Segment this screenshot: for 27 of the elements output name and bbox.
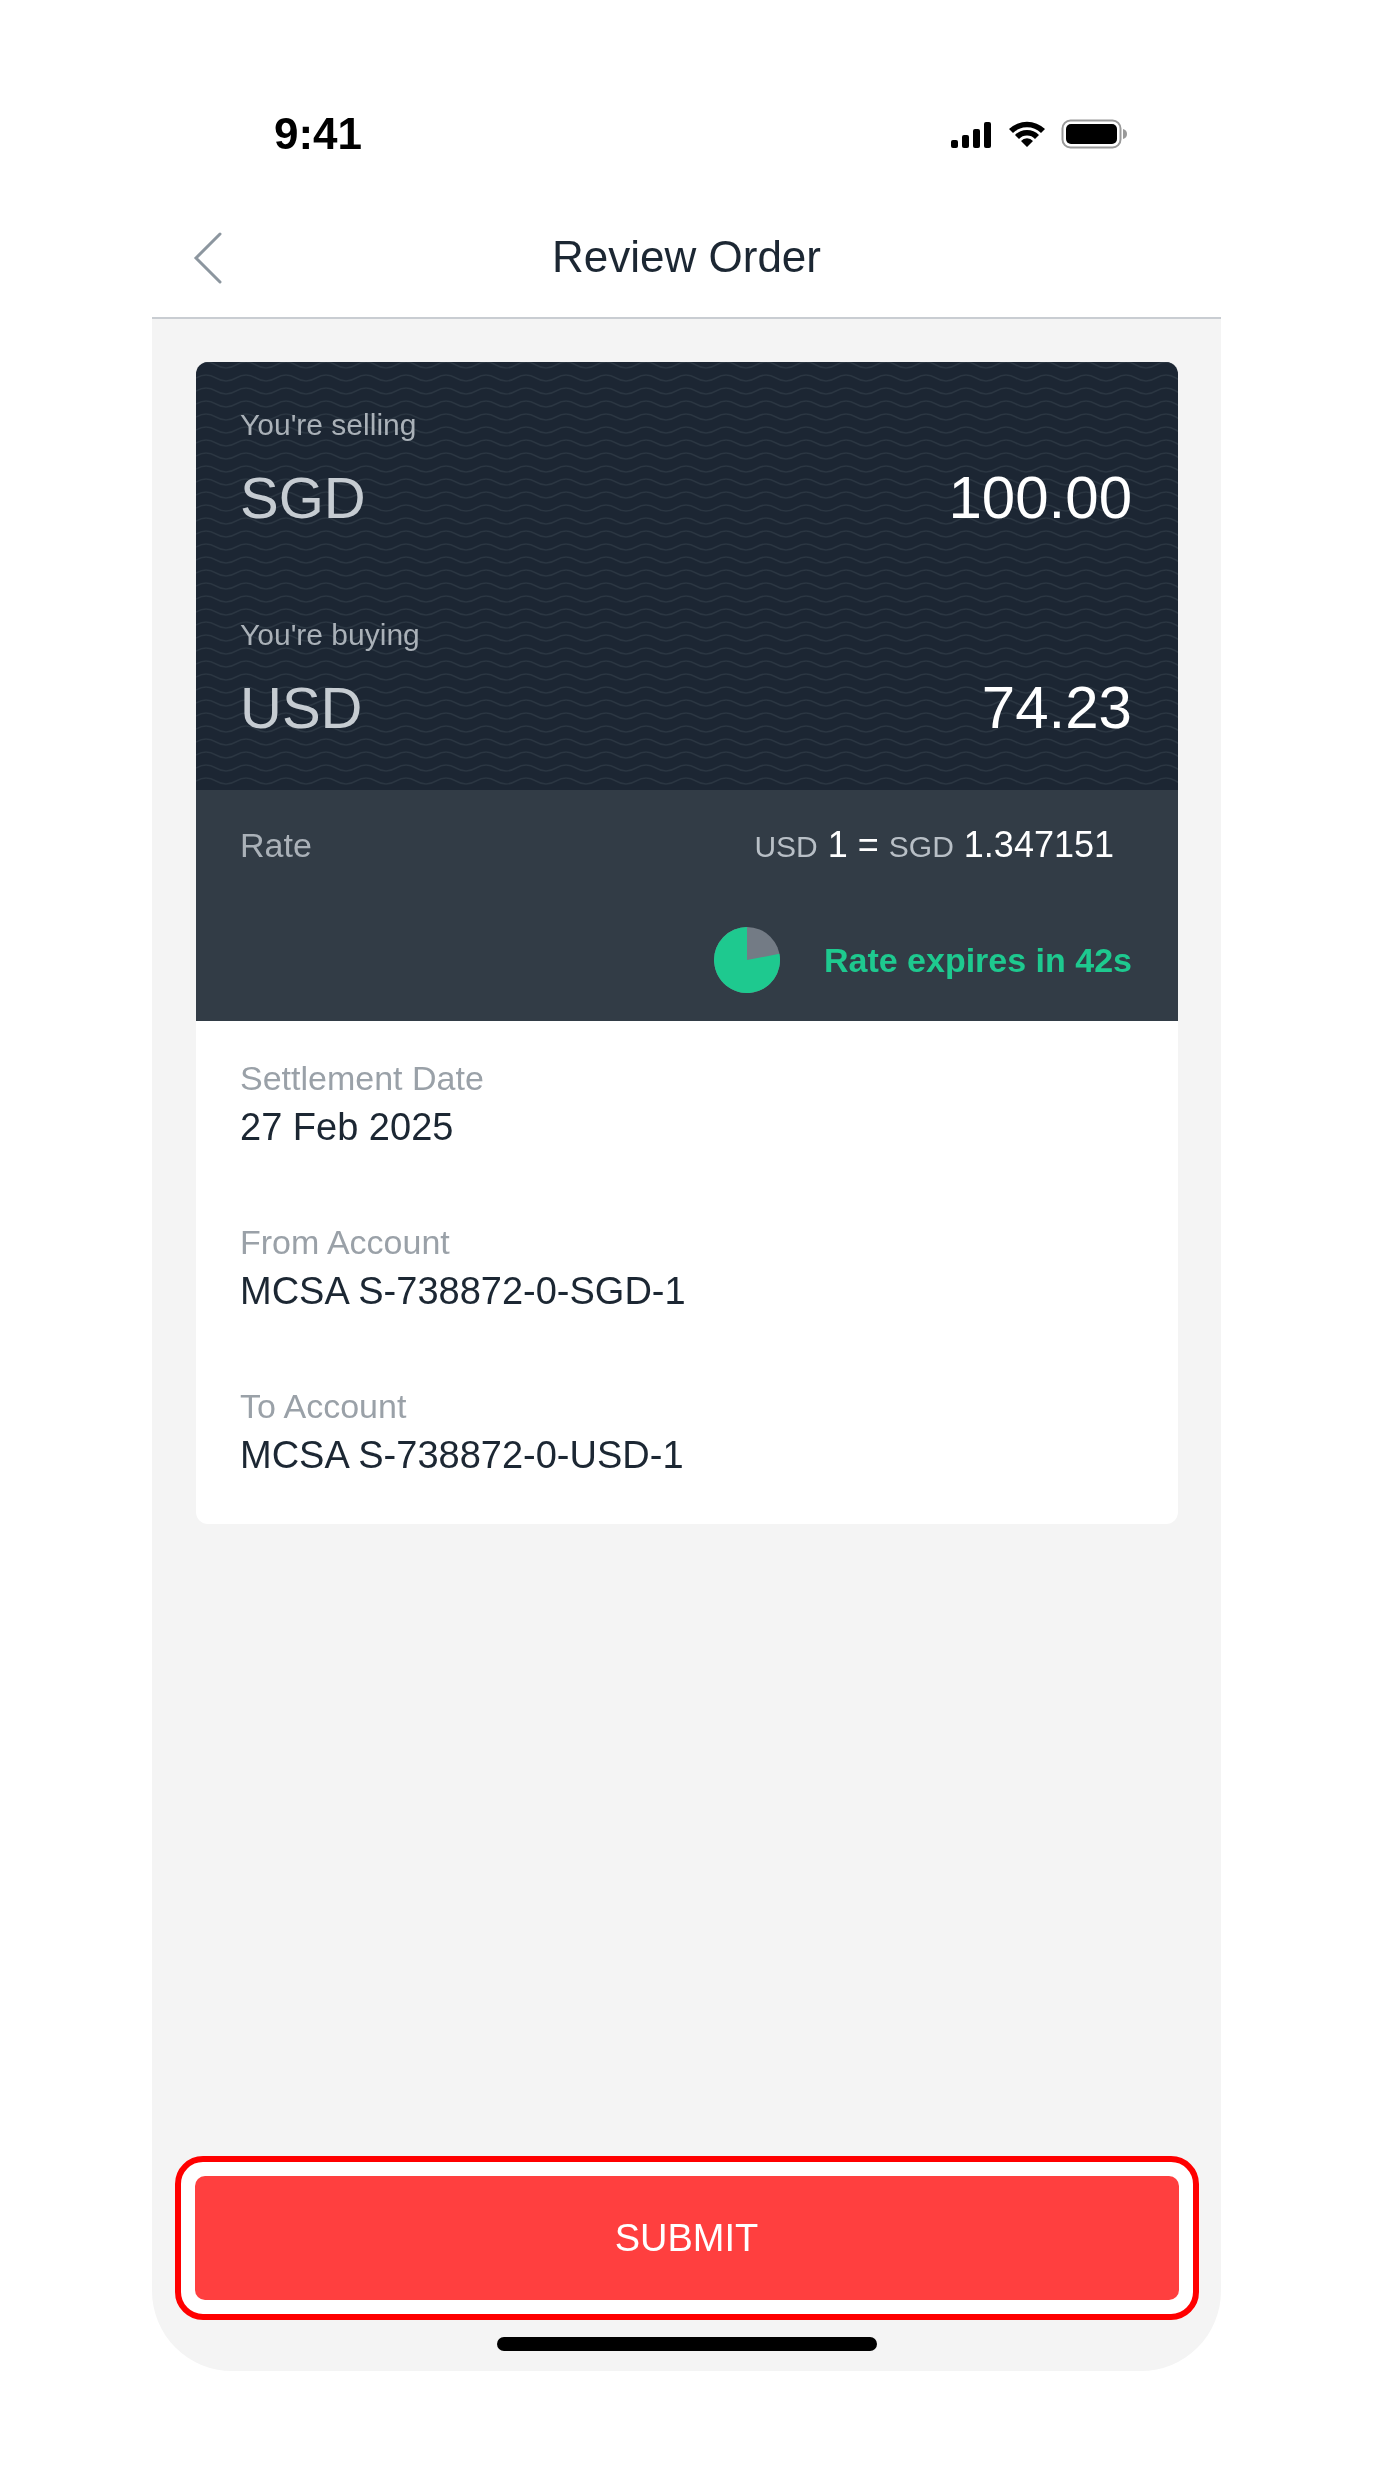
screen-title: Review Order [552, 231, 821, 282]
rate-label: Rate [240, 825, 312, 865]
submit-button[interactable]: SUBMIT [194, 2176, 1179, 2300]
rate-expiry-text: Rate expires in 42s [823, 940, 1132, 980]
battery-icon [1061, 119, 1127, 149]
currency-code: USD [240, 675, 363, 741]
exchange-label: You're buying [240, 617, 421, 653]
signal-icon [949, 120, 993, 148]
back-button[interactable] [192, 232, 224, 284]
countdown-pie-icon [713, 927, 780, 993]
rate-amount: 1 [827, 824, 848, 866]
currency-code: SGD [240, 465, 366, 531]
detail-value: MCSA S-738872-0-SGD-1 [240, 1269, 687, 1313]
detail-value: 27 Feb 2025 [240, 1105, 455, 1149]
amount: 74.23 [981, 675, 1132, 741]
detail-label: Settlement Date [240, 1058, 485, 1098]
rate-amount: 1.347151 [963, 824, 1114, 866]
wifi-icon [1007, 120, 1047, 148]
exchange-label: You're selling [240, 407, 418, 443]
detail-value: MCSA S-738872-0-USD-1 [240, 1433, 685, 1477]
currency-code: USD [754, 830, 818, 864]
amount: 100.00 [948, 465, 1132, 531]
detail-label: To Account [240, 1386, 408, 1426]
detail-label: From Account [240, 1222, 451, 1262]
currency-code: SGD [888, 830, 954, 864]
status-time: 9:41 [274, 109, 363, 159]
equals-sign: = [857, 824, 879, 866]
